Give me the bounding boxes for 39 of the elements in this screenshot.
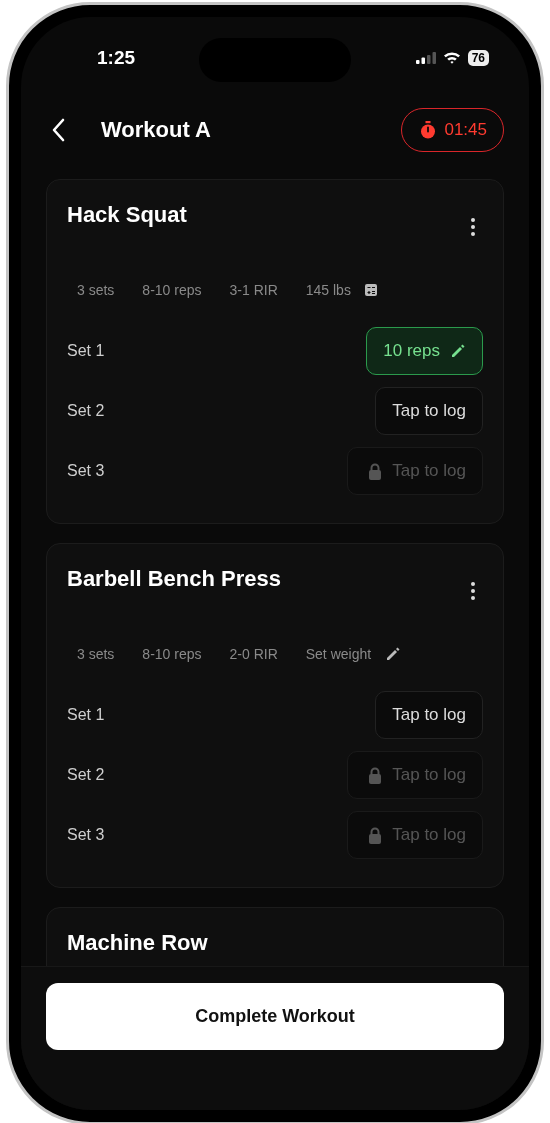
pencil-icon [385,646,402,662]
wifi-icon [442,51,461,64]
battery-level: 76 [467,49,489,66]
set-label: Set 2 [67,766,105,784]
screen-title: Workout A [101,117,212,143]
back-icon [51,118,65,142]
complete-workout-button[interactable]: Complete Workout [46,983,504,1050]
more-icon [471,218,475,236]
detail-text: 3 sets [77,282,115,298]
log-set-button[interactable]: Tap to log [375,387,483,435]
back-button[interactable] [51,118,65,142]
set-label: Set 1 [67,342,105,360]
detail-text: 2-0 RIR [229,646,278,662]
clock-time: 1:25 [97,46,136,69]
detail-text: 8-10 reps [142,646,202,662]
set-label: Set 3 [67,462,105,480]
log-set-button[interactable]: Tap to log [375,691,483,739]
detail-text: 3 sets [77,646,115,662]
lock-icon [368,462,383,480]
logged-reps-button[interactable]: 10 reps [366,327,483,375]
detail-text: 3-1 RIR [229,282,278,298]
set-label: Set 3 [67,826,105,844]
set-label: Set 2 [67,402,105,420]
more-icon [471,582,475,600]
exercise-name: Machine Row [67,930,208,956]
exercise-name: Hack Squat [67,202,187,228]
exercise-name: Barbell Bench Press [67,566,281,592]
lock-icon [368,826,383,844]
signal-icon [415,51,436,64]
stopwatch-icon [420,121,437,139]
weight-text: Set weight [305,646,372,662]
pencil-icon [450,343,466,359]
calculator-icon [364,284,377,296]
weight-text: 145 lbs [305,282,351,298]
set-label: Set 1 [67,706,105,724]
lock-icon [368,766,383,784]
edit-weight-button[interactable] [385,646,402,662]
calculator-button[interactable] [364,284,377,296]
detail-text: 8-10 reps [142,282,202,298]
